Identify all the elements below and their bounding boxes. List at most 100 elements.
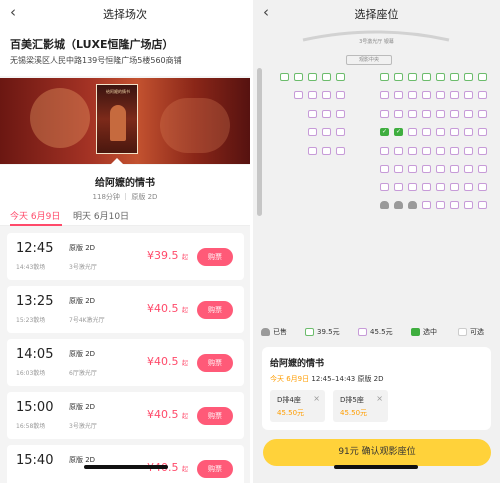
seat[interactable] bbox=[436, 73, 445, 81]
seat[interactable] bbox=[464, 183, 473, 191]
seat[interactable] bbox=[436, 201, 445, 209]
close-icon[interactable]: × bbox=[313, 394, 320, 403]
seat[interactable] bbox=[478, 183, 487, 191]
seat[interactable] bbox=[478, 73, 487, 81]
seat[interactable] bbox=[380, 183, 389, 191]
showtime-card[interactable]: 12:45 14:43散场 原版 2D 3号激光厅 ¥39.5 起购票 bbox=[7, 233, 244, 280]
seat[interactable] bbox=[478, 91, 487, 99]
seat[interactable] bbox=[394, 73, 403, 81]
seat[interactable] bbox=[422, 73, 431, 81]
seat[interactable] bbox=[422, 128, 431, 136]
seat[interactable] bbox=[336, 91, 345, 99]
cinema-info[interactable]: 百美汇影城（LUXE恒隆广场店） 无锡梁溪区人民中路139号恒隆广场5楼560商… bbox=[0, 26, 250, 76]
seat[interactable] bbox=[464, 165, 473, 173]
seat[interactable] bbox=[308, 128, 317, 136]
seat[interactable] bbox=[450, 91, 459, 99]
seat[interactable] bbox=[408, 128, 417, 136]
seat[interactable] bbox=[336, 73, 345, 81]
buy-button[interactable]: 购票 bbox=[197, 301, 233, 319]
seat[interactable] bbox=[422, 201, 431, 209]
seat[interactable] bbox=[464, 73, 473, 81]
seat[interactable] bbox=[394, 183, 403, 191]
seat[interactable] bbox=[478, 147, 487, 155]
showtime-card[interactable]: 15:40原版 2D¥40.5 起购票 bbox=[7, 445, 244, 483]
seat[interactable] bbox=[422, 110, 431, 118]
seat[interactable] bbox=[464, 147, 473, 155]
seat[interactable] bbox=[394, 147, 403, 155]
confirm-seats-button[interactable]: 91元 确认观影座位 bbox=[263, 439, 491, 466]
seat[interactable] bbox=[478, 128, 487, 136]
seat[interactable] bbox=[422, 165, 431, 173]
seat[interactable] bbox=[380, 165, 389, 173]
seat[interactable] bbox=[294, 91, 303, 99]
seat[interactable] bbox=[464, 201, 473, 209]
seat[interactable] bbox=[478, 110, 487, 118]
seat[interactable] bbox=[380, 147, 389, 155]
seat[interactable] bbox=[408, 91, 417, 99]
selected-seat[interactable]: ✓ bbox=[394, 128, 403, 136]
seat[interactable] bbox=[322, 128, 331, 136]
buy-button[interactable]: 购票 bbox=[197, 407, 233, 425]
buy-button[interactable]: 购票 bbox=[197, 460, 233, 478]
seat[interactable] bbox=[308, 73, 317, 81]
seat[interactable] bbox=[408, 183, 417, 191]
seat[interactable] bbox=[450, 201, 459, 209]
buy-button[interactable]: 购票 bbox=[197, 354, 233, 372]
seat[interactable] bbox=[308, 110, 317, 118]
seat[interactable] bbox=[478, 201, 487, 209]
showtime-card[interactable]: 15:00 16:58散场 原版 2D 3号激光厅 ¥40.5 起购票 bbox=[7, 392, 244, 439]
seat[interactable] bbox=[394, 91, 403, 99]
seat[interactable] bbox=[322, 110, 331, 118]
seat[interactable] bbox=[322, 147, 331, 155]
seat[interactable] bbox=[464, 110, 473, 118]
seat[interactable] bbox=[380, 91, 389, 99]
seat[interactable] bbox=[464, 128, 473, 136]
tab-today[interactable]: 今天 6月9日 bbox=[10, 209, 60, 222]
seat[interactable] bbox=[394, 110, 403, 118]
seat[interactable] bbox=[336, 110, 345, 118]
seat[interactable] bbox=[436, 91, 445, 99]
seat[interactable] bbox=[380, 110, 389, 118]
seat[interactable] bbox=[308, 91, 317, 99]
seat[interactable] bbox=[450, 183, 459, 191]
seat[interactable] bbox=[464, 91, 473, 99]
showtime-card[interactable]: 13:25 15:23散场 原版 2D 7号4K激光厅 ¥40.5 起购票 bbox=[7, 286, 244, 333]
seat[interactable] bbox=[450, 73, 459, 81]
selected-seat-chip[interactable]: D排5座 × 45.50元 bbox=[333, 390, 388, 422]
seat[interactable] bbox=[436, 128, 445, 136]
seat[interactable] bbox=[394, 165, 403, 173]
poster-title: 给阿嬷的情书 bbox=[106, 89, 130, 94]
seat[interactable] bbox=[308, 147, 317, 155]
seat[interactable] bbox=[408, 147, 417, 155]
selected-seat[interactable]: ✓ bbox=[380, 128, 389, 136]
seat[interactable] bbox=[294, 73, 303, 81]
seat[interactable] bbox=[322, 73, 331, 81]
seat[interactable] bbox=[280, 73, 289, 81]
seat[interactable] bbox=[436, 110, 445, 118]
seat[interactable] bbox=[408, 110, 417, 118]
seat[interactable] bbox=[408, 165, 417, 173]
seat[interactable] bbox=[450, 128, 459, 136]
seat[interactable] bbox=[322, 91, 331, 99]
seat[interactable] bbox=[436, 147, 445, 155]
seat[interactable] bbox=[336, 128, 345, 136]
selected-seat-chip[interactable]: D排4座 × 45.50元 bbox=[270, 390, 325, 422]
showtime-card[interactable]: 14:05 16:03散场 原版 2D 6厅激光厅 ¥40.5 起购票 bbox=[7, 339, 244, 386]
seat[interactable] bbox=[422, 183, 431, 191]
scrollbar[interactable] bbox=[257, 68, 262, 216]
seat[interactable] bbox=[478, 165, 487, 173]
tab-tomorrow[interactable]: 明天 6月10日 bbox=[73, 209, 129, 222]
seat[interactable] bbox=[422, 91, 431, 99]
seat[interactable] bbox=[336, 147, 345, 155]
seat[interactable] bbox=[380, 73, 389, 81]
seat[interactable] bbox=[408, 73, 417, 81]
movie-poster[interactable]: 给阿嬷的情书 bbox=[96, 84, 138, 154]
seat[interactable] bbox=[436, 165, 445, 173]
seat[interactable] bbox=[450, 165, 459, 173]
buy-button[interactable]: 购票 bbox=[197, 248, 233, 266]
seat[interactable] bbox=[450, 147, 459, 155]
seat[interactable] bbox=[436, 183, 445, 191]
seat[interactable] bbox=[422, 147, 431, 155]
seat[interactable] bbox=[450, 110, 459, 118]
close-icon[interactable]: × bbox=[376, 394, 383, 403]
